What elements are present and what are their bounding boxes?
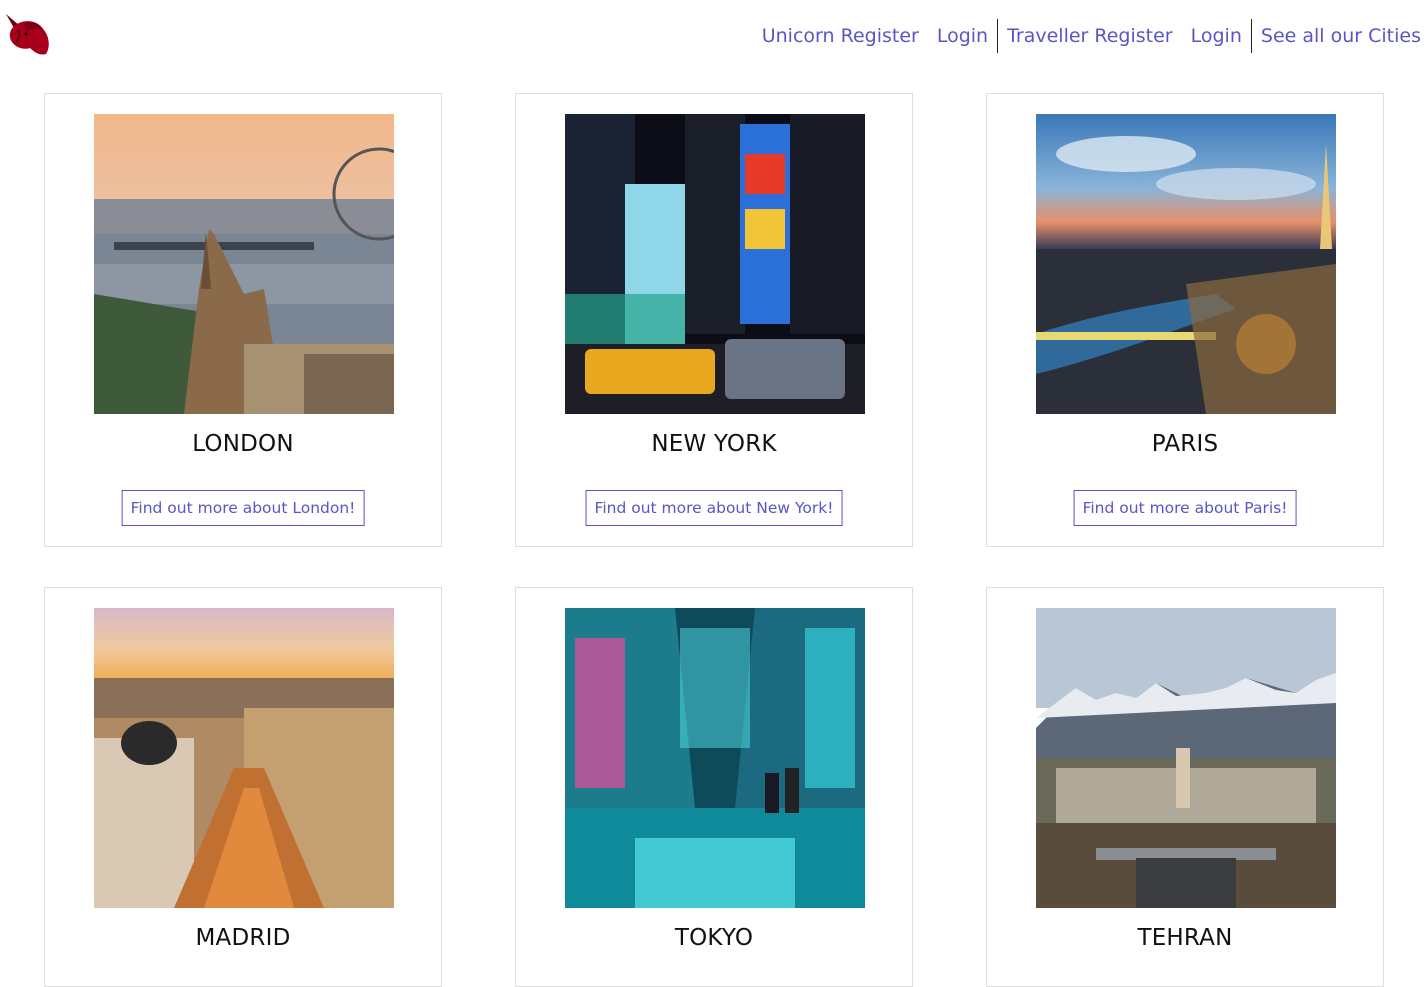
nav-unicorn-login[interactable]: Login — [928, 20, 997, 53]
tehran-photo — [1036, 608, 1336, 908]
city-card-tehran: TEHRAN — [986, 587, 1384, 987]
city-name: MADRID — [195, 925, 291, 951]
city-card-madrid: MADRID — [44, 587, 442, 987]
nav-all-cities[interactable]: See all our Cities — [1252, 20, 1421, 53]
city-card-paris: PARIS Find out more about Paris! — [986, 93, 1384, 547]
city-name: TOKYO — [674, 925, 754, 951]
city-card-tokyo: TOKYO — [515, 587, 913, 987]
paris-photo — [1036, 114, 1336, 414]
tokyo-photo — [565, 608, 865, 908]
city-card-london: LONDON Find out more about London! — [44, 93, 442, 547]
unicorn-logo[interactable] — [4, 12, 52, 58]
city-name: TEHRAN — [1137, 925, 1233, 951]
more-about-paris-button[interactable]: Find out more about Paris! — [1073, 490, 1297, 526]
city-name: NEW YORK — [651, 431, 777, 457]
london-photo — [94, 114, 394, 414]
more-about-london-button[interactable]: Find out more about London! — [121, 490, 365, 526]
city-name: PARIS — [1151, 431, 1219, 457]
navbar: Unicorn Register Login Traveller Registe… — [0, 0, 1427, 72]
madrid-photo — [94, 608, 394, 908]
city-name: LONDON — [192, 431, 294, 457]
nav-traveller-register[interactable]: Traveller Register — [998, 20, 1182, 53]
more-about-new-york-button[interactable]: Find out more about New York! — [585, 490, 843, 526]
city-card-new-york: NEW YORK Find out more about New York! — [515, 93, 913, 547]
nav-links: Unicorn Register Login Traveller Registe… — [762, 19, 1421, 53]
nav-traveller-login[interactable]: Login — [1182, 20, 1251, 53]
new-york-photo — [565, 114, 865, 414]
nav-unicorn-register[interactable]: Unicorn Register — [762, 20, 928, 53]
